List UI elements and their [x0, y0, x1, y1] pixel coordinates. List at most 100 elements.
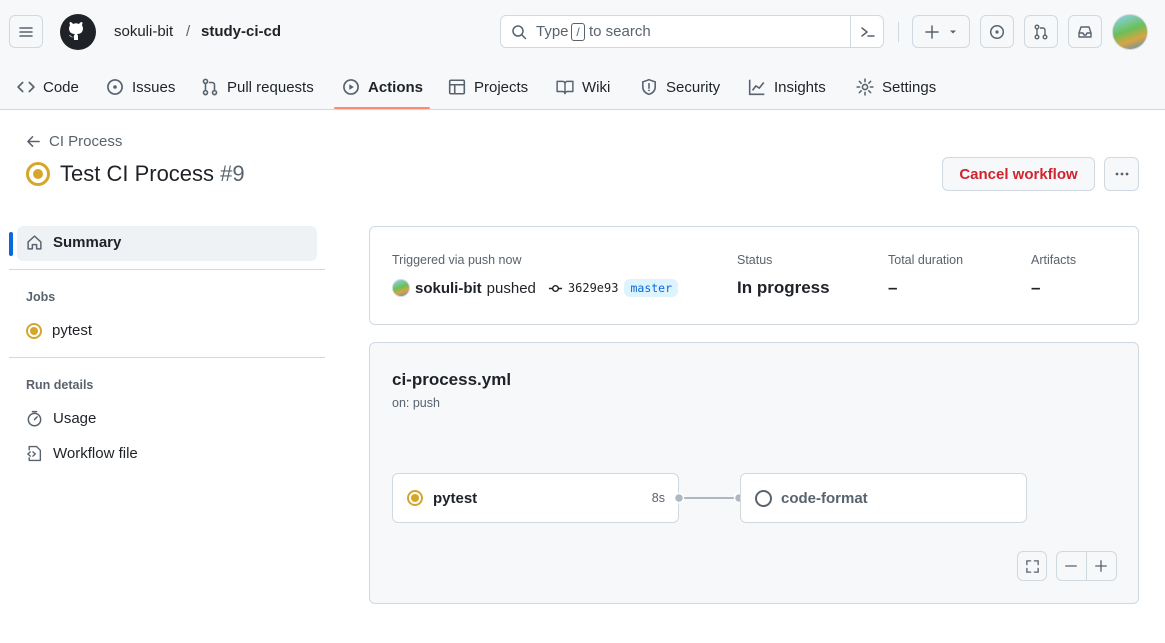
- active-tab-underline: [334, 107, 430, 109]
- pull-requests-button[interactable]: [1024, 15, 1058, 48]
- tab-wiki[interactable]: Wiki: [556, 64, 610, 110]
- graph-job-pytest[interactable]: pytest 8s: [392, 473, 679, 523]
- stopwatch-icon: [27, 410, 42, 427]
- more-options-button[interactable]: [1104, 157, 1139, 191]
- tab-insights-label: Insights: [774, 78, 826, 96]
- tab-settings-label: Settings: [882, 78, 937, 96]
- pull-request-icon: [202, 78, 218, 96]
- tab-projects[interactable]: Projects: [448, 64, 528, 110]
- branch-badge[interactable]: master: [624, 279, 679, 297]
- duration-value: –: [888, 278, 898, 297]
- job-connector: [673, 492, 745, 504]
- duration-label: Total duration: [888, 253, 964, 267]
- arrow-left-icon: [27, 136, 40, 147]
- user-avatar[interactable]: [1112, 14, 1148, 50]
- tab-wiki-label: Wiki: [582, 78, 611, 96]
- run-number: #9: [220, 161, 245, 186]
- cancel-workflow-label: Cancel workflow: [959, 165, 1078, 183]
- queued-icon: [755, 489, 772, 507]
- breadcrumb-owner[interactable]: sokuli-bit: [114, 22, 173, 42]
- tab-insights[interactable]: Insights: [748, 64, 826, 110]
- workflow-trigger: on: push: [392, 396, 440, 410]
- shield-icon: [642, 78, 656, 96]
- sidebar-run-details-heading: Run details: [26, 378, 94, 392]
- terminal-icon: [860, 26, 875, 37]
- trigger-detail: sokuli-bit pushed 3629e93 master: [392, 279, 679, 297]
- status-label: Status: [737, 253, 773, 267]
- in-progress-icon: [407, 490, 423, 506]
- file-code-icon: [26, 445, 42, 462]
- back-link-label: CI Process: [49, 133, 123, 150]
- tab-pull-requests[interactable]: Pull requests: [201, 64, 314, 110]
- tab-code[interactable]: Code: [17, 64, 79, 110]
- sidebar-item-usage-label: Usage: [53, 410, 97, 427]
- workflow-file-name[interactable]: ci-process.yml: [392, 370, 511, 390]
- breadcrumb-separator: /: [186, 23, 191, 40]
- search-input[interactable]: Type / to search: [500, 15, 884, 48]
- active-indicator: [9, 232, 13, 256]
- commit-sha[interactable]: 3629e93: [568, 281, 619, 295]
- zoom-in-button[interactable]: [1087, 552, 1116, 580]
- tab-issues[interactable]: Issues: [106, 64, 175, 110]
- search-shortcut-key: /: [571, 23, 585, 41]
- sidebar-item-summary[interactable]: Summary: [9, 226, 317, 261]
- graph-job-name: pytest: [433, 489, 478, 507]
- page-title: Test CI Process #9: [60, 160, 245, 188]
- sidebar-item-workflow-file[interactable]: Workflow file: [26, 445, 138, 462]
- tab-projects-label: Projects: [474, 78, 529, 96]
- play-icon: [343, 79, 359, 95]
- graph-icon: [748, 79, 765, 96]
- in-progress-icon: [26, 322, 42, 339]
- commit-icon: [548, 284, 562, 292]
- artifacts-value: –: [1031, 278, 1041, 297]
- tab-actions[interactable]: Actions: [342, 64, 423, 110]
- sidebar-item-usage[interactable]: Usage: [26, 410, 96, 427]
- fullscreen-button[interactable]: [1017, 551, 1047, 581]
- graph-job-code-format[interactable]: code-format: [740, 473, 1027, 523]
- tab-pull-requests-label: Pull requests: [227, 78, 314, 96]
- plus-icon: [925, 24, 939, 39]
- sidebar-divider: [9, 357, 325, 358]
- back-link[interactable]: CI Process: [26, 133, 122, 150]
- minus-icon: [1065, 565, 1078, 567]
- tab-security-label: Security: [666, 78, 721, 96]
- sidebar-job-label: pytest: [52, 322, 93, 339]
- search-icon: [512, 25, 527, 40]
- run-title: Test CI Process: [60, 161, 215, 186]
- zoom-controls: [1056, 551, 1117, 581]
- repo-header: sokuli-bit / study-ci-cd Type / to searc…: [0, 0, 1165, 110]
- tab-code-label: Code: [43, 78, 79, 96]
- tab-security[interactable]: Security: [640, 64, 720, 110]
- issues-button[interactable]: [980, 15, 1014, 48]
- create-new-button[interactable]: [912, 15, 970, 48]
- zoom-out-button[interactable]: [1057, 552, 1087, 580]
- search-placeholder-suffix: to search: [589, 23, 651, 40]
- breadcrumb-repo[interactable]: study-ci-cd: [201, 22, 281, 42]
- cancel-workflow-button[interactable]: Cancel workflow: [942, 157, 1095, 191]
- fullscreen-icon: [1025, 559, 1039, 573]
- workflow-graph: ci-process.yml on: push pytest 8s code-f…: [369, 342, 1139, 604]
- tab-settings[interactable]: Settings: [856, 64, 936, 110]
- kebab-horizontal-icon: [1115, 172, 1128, 176]
- run-summary-card: Triggered via push now sokuli-bit pushed…: [369, 226, 1139, 325]
- pusher-avatar[interactable]: [392, 279, 410, 297]
- sidebar-item-workflow-file-label: Workflow file: [53, 445, 138, 462]
- sidebar-divider: [9, 269, 325, 270]
- sidebar-item-summary-label: Summary: [53, 234, 122, 251]
- sidebar-job-pytest[interactable]: pytest: [26, 322, 92, 339]
- sidebar-jobs-heading: Jobs: [26, 290, 56, 304]
- command-palette-button[interactable]: [850, 16, 884, 47]
- home-icon: [27, 235, 42, 250]
- pull-request-icon: [1034, 24, 1048, 39]
- issue-icon: [107, 79, 123, 95]
- github-logo-icon[interactable]: [60, 14, 96, 50]
- inbox-button[interactable]: [1068, 15, 1102, 48]
- pusher-name[interactable]: sokuli-bit: [415, 280, 482, 297]
- menu-button[interactable]: [9, 15, 43, 48]
- hamburger-icon: [19, 26, 33, 37]
- header-divider: [898, 22, 899, 42]
- code-icon: [17, 81, 35, 93]
- inbox-icon: [1078, 25, 1092, 38]
- run-page: CI Process Test CI Process #9 Cancel wor…: [0, 110, 1165, 643]
- caret-down-icon: [950, 30, 956, 33]
